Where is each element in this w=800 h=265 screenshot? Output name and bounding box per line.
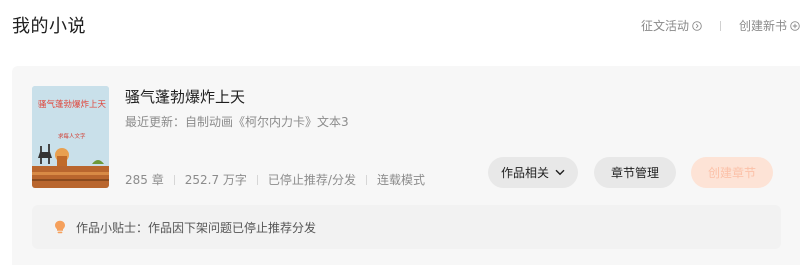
page-header: 我的小说 征文活动 创建新书 [0, 0, 800, 50]
plus-circle-icon [790, 20, 800, 31]
lightbulb-icon [55, 220, 65, 234]
stat-divider [173, 174, 175, 185]
create-chapter-label: 创建章节 [707, 166, 756, 180]
arrow-right-circle-icon [692, 20, 702, 31]
book-related-dropdown[interactable]: 作品相关 [488, 157, 578, 188]
cover-subtitle: 求每人文字 [58, 134, 86, 140]
book-card: 骚气蓬勃爆炸上天 求每人文字 骚气蓬勃爆炸上天 最近更新：自制动画《柯尔内力卡》… [12, 66, 800, 265]
book-related-label: 作品相关 [500, 166, 549, 180]
chevron-down-icon [555, 169, 565, 176]
book-stats: 285 章 252.7 万字 已停止推荐/分发 连载模式 [125, 171, 425, 188]
book-tip: 作品小贴士：作品因下架问题已停止推荐分发 [32, 205, 781, 249]
recommend-status: 已停止推荐/分发 [267, 173, 356, 187]
publish-mode: 连载模式 [376, 173, 425, 187]
page-title: 我的小说 [12, 16, 86, 37]
create-chapter-button[interactable]: 创建章节 [691, 157, 773, 188]
word-count: 252.7 万字 [184, 173, 247, 187]
chapter-manage-button[interactable]: 章节管理 [594, 157, 676, 188]
recent-update: 最近更新：自制动画《柯尔内力卡》文本3 [125, 115, 349, 129]
chapter-manage-label: 章节管理 [610, 166, 659, 180]
contest-link-label: 征文活动 [640, 19, 689, 33]
chapter-count: 285 章 [125, 173, 164, 187]
cover-title: 骚气蓬勃爆炸上天 [38, 100, 107, 110]
stat-divider [365, 174, 367, 185]
header-actions: 征文活动 创建新书 [641, 17, 800, 34]
book-cover[interactable]: 骚气蓬勃爆炸上天 求每人文字 [32, 86, 109, 188]
create-book-link[interactable]: 创建新书 [739, 17, 800, 34]
book-title[interactable]: 骚气蓬勃爆炸上天 [125, 86, 245, 107]
contest-link[interactable]: 征文活动 [641, 17, 702, 34]
header-divider [719, 20, 721, 31]
tip-text: 作品小贴士：作品因下架问题已停止推荐分发 [76, 220, 317, 235]
stat-divider [256, 174, 258, 185]
create-book-label: 创建新书 [738, 19, 787, 33]
